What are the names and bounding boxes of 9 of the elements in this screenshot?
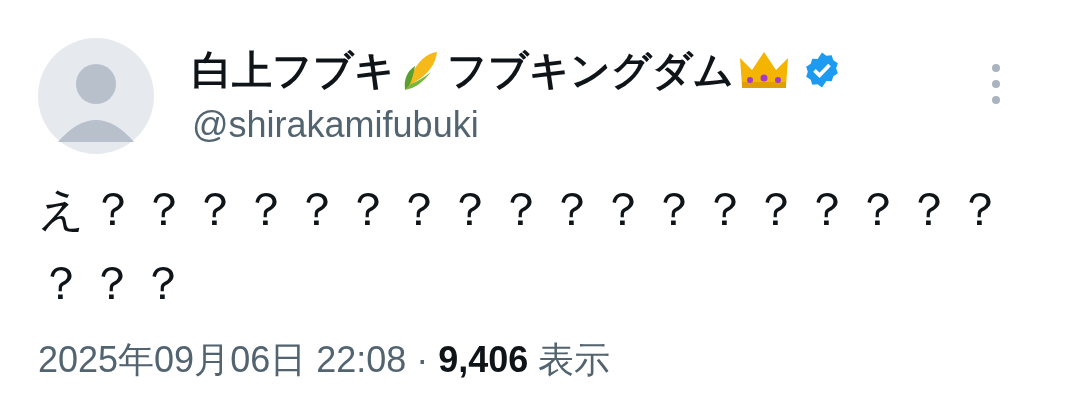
views-label: 表示 bbox=[538, 338, 611, 382]
post-text: え？？？？？？？？？？？？？？？？？？？？？ bbox=[38, 182, 1009, 311]
display-name[interactable]: 白上フブキ bbox=[192, 44, 395, 96]
display-name[interactable]: フブキングダム bbox=[447, 44, 734, 96]
post-timestamp[interactable]: 2025年09月06日 22:08 bbox=[38, 336, 407, 385]
avatar[interactable] bbox=[38, 38, 154, 154]
user-handle[interactable]: @shirakamifubuki bbox=[192, 100, 479, 150]
separator-dot: · bbox=[416, 339, 429, 381]
view-count: 9,406 bbox=[438, 339, 529, 381]
